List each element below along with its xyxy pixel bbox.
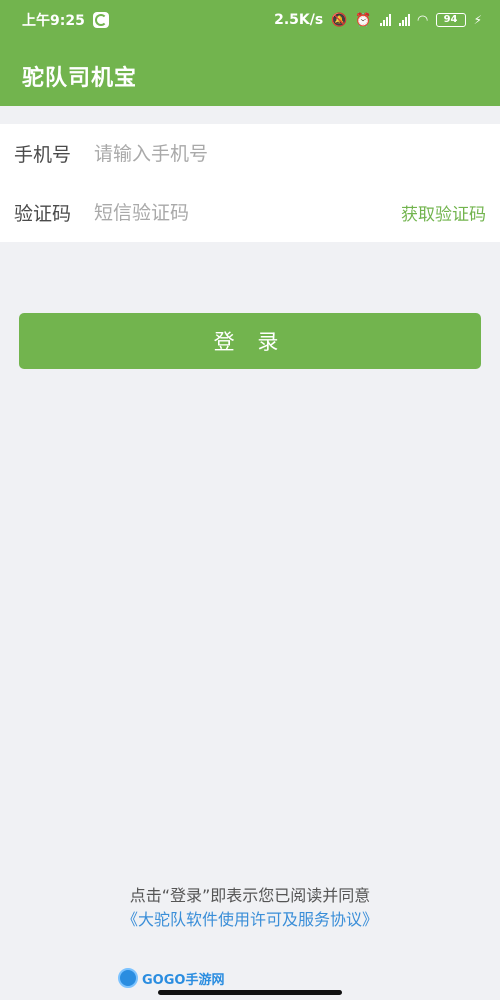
watermark-logo-icon	[118, 968, 138, 988]
mute-icon: 🔕	[331, 12, 348, 28]
network-speed: 2.5K/s	[274, 12, 324, 28]
phone-label: 手机号	[14, 144, 72, 166]
wifi-icon: ◠	[417, 12, 428, 28]
agreement-notice: 点击“登录”即表示您已阅读并同意 《大驼队软件使用许可及服务协议》	[0, 884, 500, 932]
get-code-button[interactable]: 获取验证码	[401, 200, 486, 225]
status-left: 上午9:25	[22, 10, 109, 30]
phone-row: 手机号	[0, 124, 500, 183]
watermark: GOGO手游网	[118, 968, 224, 988]
agreement-link[interactable]: 《大驼队软件使用许可及服务协议》	[122, 910, 378, 929]
agreement-text: 点击“登录”即表示您已阅读并同意	[129, 886, 371, 905]
status-time: 上午9:25	[22, 13, 85, 29]
signal-icon-secondary	[398, 14, 410, 26]
battery-icon: 94	[435, 13, 466, 27]
alarm-icon: ⏰	[355, 12, 372, 28]
phone-input[interactable]	[94, 133, 486, 174]
signal-icon	[379, 14, 391, 26]
app-bar: 上午9:25 2.5K/s 🔕 ⏰ ◠ 94 ⚡ 驼队司机宝	[0, 0, 500, 106]
watermark-text: GOGO手游网	[142, 972, 225, 988]
app-notification-icon	[92, 12, 109, 28]
app-screen: 上午9:25 2.5K/s 🔕 ⏰ ◠ 94 ⚡ 驼队司机宝 手机号 验证码 获	[0, 0, 500, 1000]
login-button[interactable]: 登 录	[19, 313, 481, 369]
code-row: 验证码 获取验证码	[0, 183, 500, 242]
code-input[interactable]	[94, 192, 401, 233]
charging-icon: ⚡	[473, 13, 482, 27]
status-right: 2.5K/s 🔕 ⏰ ◠ 94 ⚡	[274, 12, 482, 28]
code-label: 验证码	[14, 203, 72, 225]
login-form: 手机号 验证码 获取验证码	[0, 124, 500, 242]
app-title: 驼队司机宝	[22, 66, 138, 91]
status-bar: 上午9:25 2.5K/s 🔕 ⏰ ◠ 94 ⚡	[0, 0, 500, 40]
home-indicator[interactable]	[158, 990, 342, 995]
